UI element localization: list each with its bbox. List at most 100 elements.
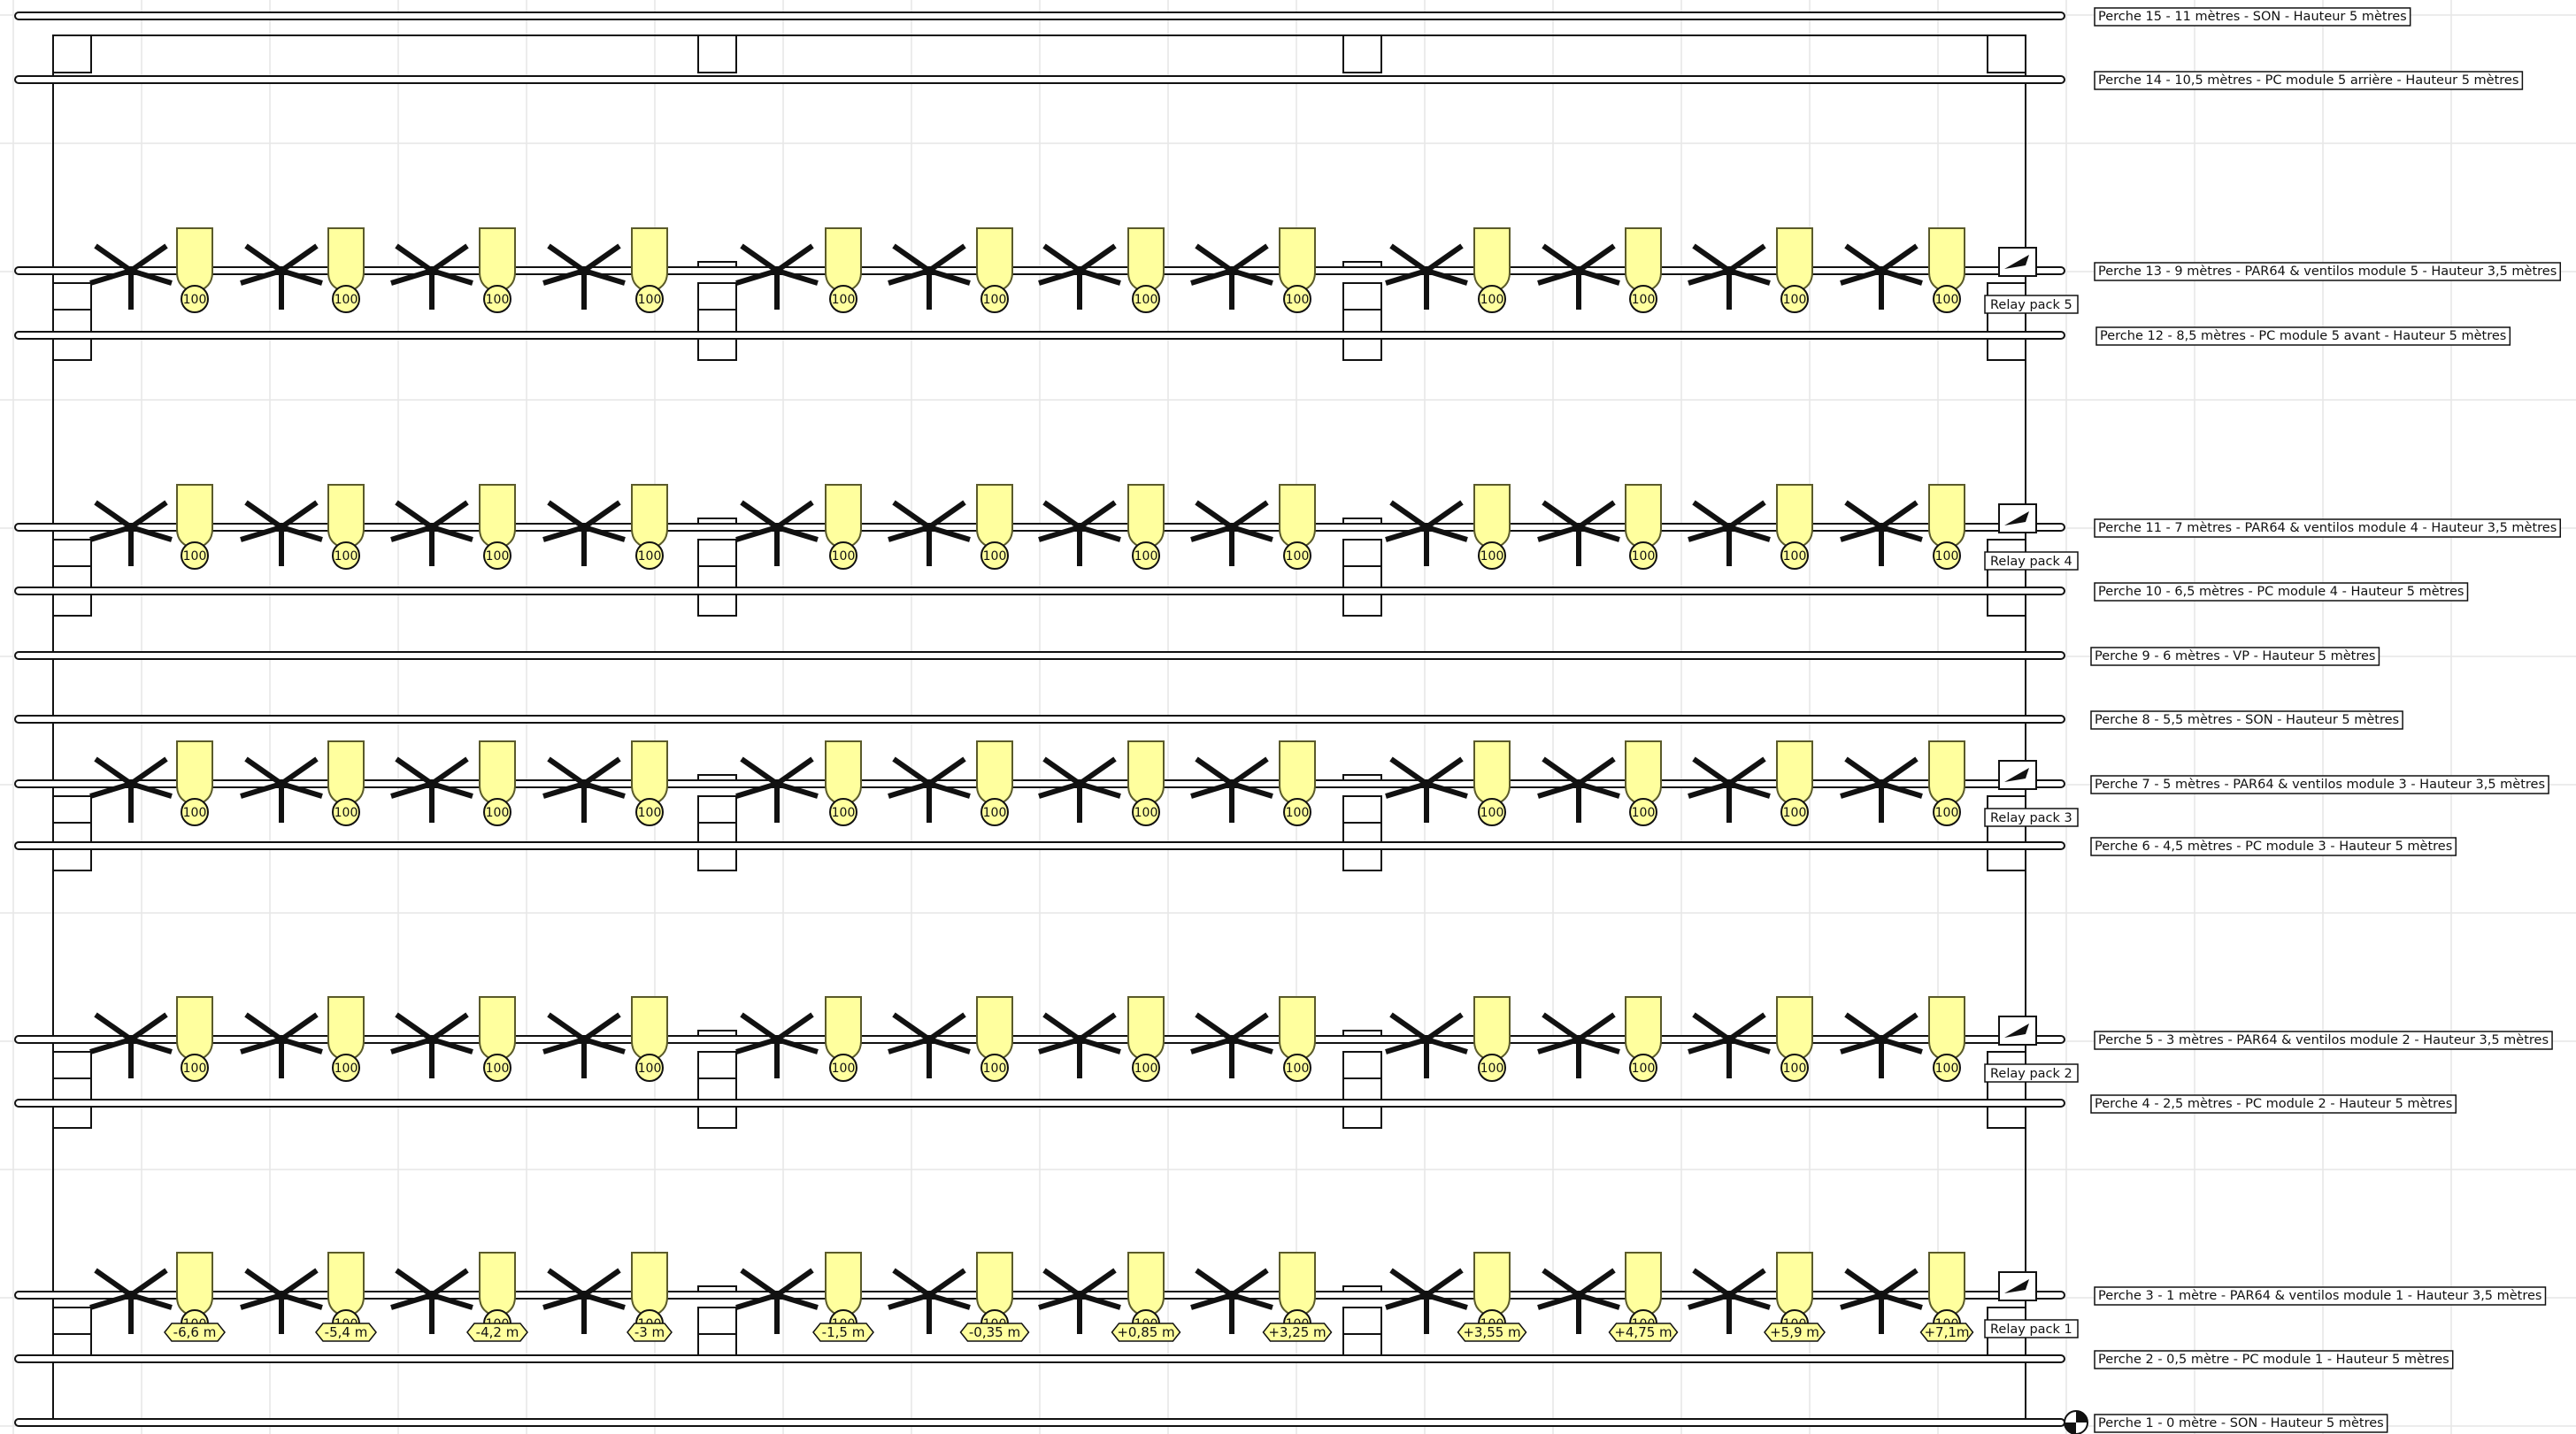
truss-tab — [1342, 594, 1382, 617]
pipe-14 — [14, 75, 2065, 84]
pipe-label-10: Perche 10 - 6,5 mètres - PC module 4 - H… — [2094, 582, 2469, 602]
par64-body — [1776, 740, 1813, 807]
position-tag-text: -6,6 m — [173, 1324, 217, 1340]
par64-level-text: 100 — [1632, 293, 1656, 307]
par64-level-text: 100 — [486, 1062, 510, 1076]
truss-tab — [1342, 338, 1382, 361]
truss-tab — [52, 594, 92, 617]
par64-level-text: 100 — [1286, 1062, 1310, 1076]
position-tag-text: +4,75 m — [1614, 1324, 1672, 1340]
par64-level-text: 100 — [486, 549, 510, 564]
pipe-5 — [14, 1035, 2065, 1044]
pipe-label-text: Perche 4 - 2,5 mètres - PC module 2 - Ha… — [2095, 1097, 2452, 1111]
par64-level-text: 100 — [334, 1062, 358, 1076]
pipe-15 — [14, 12, 2065, 20]
par64-body — [1473, 996, 1511, 1062]
position-tag-text: -0,35 m — [969, 1324, 1020, 1340]
truss-tab — [1987, 848, 2026, 871]
par64-level-text: 100 — [183, 293, 207, 307]
truss-box — [52, 35, 92, 73]
pipe-7 — [14, 779, 2065, 788]
par64-body — [176, 227, 213, 294]
par64-level-text: 100 — [832, 1062, 856, 1076]
par64-body — [631, 996, 668, 1062]
par64-level-text: 100 — [638, 1062, 662, 1076]
pipe-label-7: Perche 7 - 5 mètres - PAR64 & ventilos m… — [2090, 775, 2549, 794]
truss-box — [697, 35, 737, 73]
position-tag-text: -1,5 m — [822, 1324, 865, 1340]
par64-level-text: 100 — [183, 1062, 207, 1076]
truss-box — [1342, 282, 1382, 334]
par64-body — [976, 484, 1013, 550]
par64-level-text: 100 — [1783, 293, 1807, 307]
pipe-label-text: Perche 11 - 7 mètres - PAR64 & ventilos … — [2098, 521, 2557, 535]
lighting-plot: 100 100 100 100 100 100 100 100 100 100 100 100 Rela… — [0, 0, 2576, 1434]
par64-body — [1625, 996, 1662, 1062]
position-tag-text: +7,1m — [1924, 1324, 1969, 1340]
par64-body — [1625, 1252, 1662, 1318]
par64-level-text: 100 — [1935, 549, 1959, 564]
par64-level-text: 100 — [1134, 1062, 1158, 1076]
par64-level-text: 100 — [1134, 293, 1158, 307]
truss-box — [697, 795, 737, 847]
position-tag-text: +3,25 m — [1268, 1324, 1326, 1340]
pipe-label-14: Perche 14 - 10,5 mètres - PC module 5 ar… — [2094, 71, 2524, 90]
par64-level-text: 100 — [334, 549, 358, 564]
truss-tab — [52, 338, 92, 361]
par64-level-text: 100 — [983, 1062, 1007, 1076]
pipe-label-9: Perche 9 - 6 mètres - VP - Hauteur 5 mèt… — [2090, 647, 2380, 666]
par64-body — [1928, 227, 1965, 294]
par64-body — [825, 740, 862, 807]
par64-level-text: 100 — [1134, 549, 1158, 564]
par64-level-text: 100 — [832, 293, 856, 307]
par64-body — [1776, 1252, 1813, 1318]
par64-level-text: 100 — [486, 293, 510, 307]
truss-box — [697, 282, 737, 334]
par64-body — [479, 996, 516, 1062]
truss-tab — [1987, 338, 2026, 361]
par64-body — [976, 227, 1013, 294]
par64-body — [976, 1252, 1013, 1318]
pipe-label-3: Perche 3 - 1 mètre - PAR64 & ventilos mo… — [2094, 1286, 2547, 1306]
par64-level-text: 100 — [1286, 549, 1310, 564]
par64-body — [1127, 227, 1165, 294]
truss-tab — [1342, 1106, 1382, 1129]
relay-pack-label: Relay pack 3 — [1990, 811, 2072, 825]
par64-level-text: 100 — [1286, 293, 1310, 307]
origin-quadrant — [2076, 1411, 2088, 1422]
pipe-label-text: Perche 14 - 10,5 mètres - PC module 5 ar… — [2098, 73, 2518, 88]
truss-box — [1342, 539, 1382, 590]
relay-pack: Relay pack 1 — [1984, 1271, 2079, 1338]
pipe-label-6: Perche 6 - 4,5 mètres - PC module 3 - Ha… — [2090, 837, 2457, 856]
truss-box — [1342, 35, 1382, 73]
par64-level-text: 100 — [983, 549, 1007, 564]
par64-level-text: 100 — [334, 293, 358, 307]
pipe-label-text: Perche 15 - 11 mètres - SON - Hauteur 5 … — [2098, 10, 2407, 24]
par64-body — [825, 1252, 862, 1318]
truss-tab — [52, 1106, 92, 1129]
truss-tab — [697, 338, 737, 361]
truss-tab — [1342, 848, 1382, 871]
relay-pack-label: Relay pack 1 — [1990, 1323, 2072, 1337]
pipe-label-text: Perche 13 - 9 mètres - PAR64 & ventilos … — [2098, 265, 2557, 279]
par64-level-text: 100 — [983, 806, 1007, 820]
pipe-1 — [14, 1418, 2065, 1427]
par64-body — [1127, 1252, 1165, 1318]
par64-body — [631, 740, 668, 807]
relay-pack-label: Relay pack 5 — [1990, 298, 2072, 312]
par64-body — [1127, 740, 1165, 807]
par64-body — [976, 740, 1013, 807]
par64-body — [1473, 1252, 1511, 1318]
par64-level-text: 100 — [1480, 1062, 1504, 1076]
truss-tab — [697, 848, 737, 871]
pipe-label-text: Perche 12 - 8,5 mètres - PC module 5 ava… — [2100, 329, 2506, 343]
par64-level-text: 100 — [183, 806, 207, 820]
truss-tab — [697, 1106, 737, 1129]
pipe-6 — [14, 841, 2065, 850]
par64-body — [976, 996, 1013, 1062]
par64-body — [479, 227, 516, 294]
par64-level-text: 100 — [638, 549, 662, 564]
par64-level-text: 100 — [1480, 549, 1504, 564]
relay-pack: Relay pack 3 — [1984, 760, 2079, 827]
pipe-label-11: Perche 11 - 7 mètres - PAR64 & ventilos … — [2094, 518, 2562, 538]
